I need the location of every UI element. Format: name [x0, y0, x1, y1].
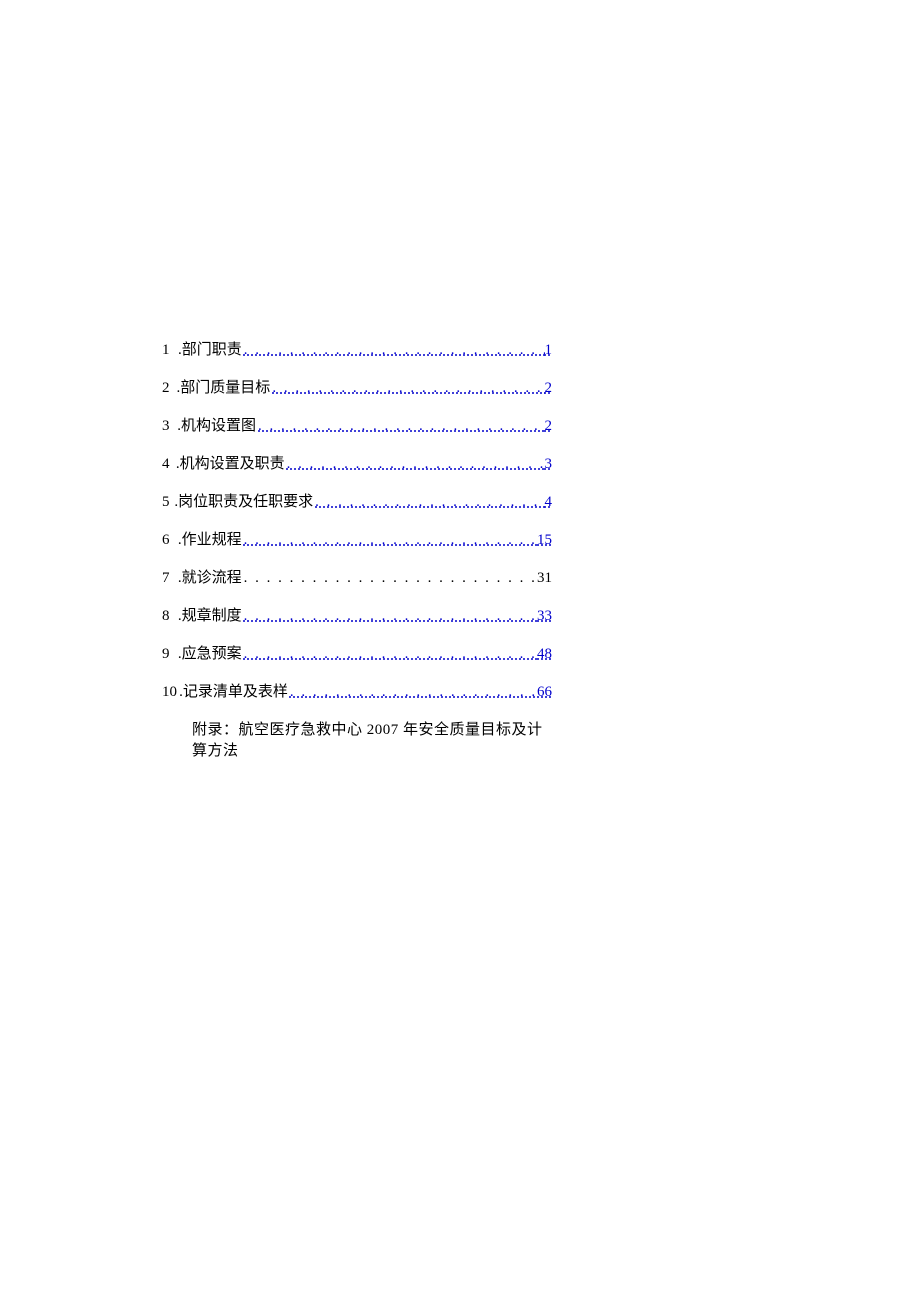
toc-leader: . . . . . . . . . . . . . . . . . . . . … — [242, 646, 537, 663]
toc-leader: . . . . . . . . . . . . . . . . . . . . … — [256, 418, 544, 435]
toc-title: .作业规程 — [178, 528, 242, 549]
toc-entry: 3 .机构设置图 . . . . . . . . . . . . . . . .… — [162, 414, 552, 435]
toc-page: 66 — [537, 684, 552, 701]
toc-page: 33 — [537, 608, 552, 625]
toc-leader: . . . . . . . . . . . . . . . . . . . . … — [285, 456, 545, 473]
toc-title: .机构设置及职责 — [176, 452, 285, 473]
toc-entry: 9 .应急预案 . . . . . . . . . . . . . . . . … — [162, 642, 552, 663]
toc-entry: 5 .岗位职责及任职要求 . . . . . . . . . . . . . .… — [162, 490, 552, 511]
toc-link-department-responsibilities[interactable]: . . . . . . . . . . . . . . . . . . . . … — [242, 342, 552, 359]
toc-number: 10 — [162, 684, 179, 701]
toc-number: 7 — [162, 570, 178, 587]
toc-leader: . . . . . . . . . . . . . . . . . . . . … — [288, 684, 537, 701]
toc-link-org-responsibilities[interactable]: . . . . . . . . . . . . . . . . . . . . … — [285, 456, 552, 473]
toc-link-emergency-plan[interactable]: . . . . . . . . . . . . . . . . . . . . … — [242, 646, 552, 663]
toc-page: 2 — [545, 380, 553, 397]
toc-link-regulations[interactable]: . . . . . . . . . . . . . . . . . . . . … — [242, 608, 552, 625]
toc-number: 1 — [162, 342, 178, 359]
table-of-contents: 1 .部门职责 . . . . . . . . . . . . . . . . … — [162, 338, 552, 760]
toc-entry: 10 .记录清单及表样 . . . . . . . . . . . . . . … — [162, 680, 552, 701]
toc-leader: . . . . . . . . . . . . . . . . . . . . … — [242, 608, 537, 625]
toc-leader: . . . . . . . . . . . . . . . . . . . . … — [242, 342, 545, 359]
toc-title: .记录清单及表样 — [179, 680, 288, 701]
toc-page: 15 — [537, 532, 552, 549]
toc-page: 4 — [545, 494, 553, 511]
toc-link-procedures[interactable]: . . . . . . . . . . . . . . . . . . . . … — [242, 532, 552, 549]
toc-entry: 6 .作业规程 . . . . . . . . . . . . . . . . … — [162, 528, 552, 549]
toc-page: 31 — [537, 570, 552, 587]
appendix-text: 附录：航空医疗急救中心 2007 年安全质量目标及计算方法 — [192, 718, 552, 760]
toc-entry: 4 .机构设置及职责 . . . . . . . . . . . . . . .… — [162, 452, 552, 473]
toc-title: .岗位职责及任职要求 — [174, 490, 313, 511]
toc-entry: 1 .部门职责 . . . . . . . . . . . . . . . . … — [162, 338, 552, 359]
toc-number: 8 — [162, 608, 178, 625]
toc-link-job-requirements[interactable]: . . . . . . . . . . . . . . . . . . . . … — [313, 494, 552, 511]
toc-plain-treatment-process: . . . . . . . . . . . . . . . . . . . . … — [242, 570, 552, 587]
toc-number: 2 — [162, 380, 177, 397]
toc-title: .机构设置图 — [177, 414, 256, 435]
toc-entry: 8 .规章制度 . . . . . . . . . . . . . . . . … — [162, 604, 552, 625]
toc-number: 3 — [162, 418, 177, 435]
toc-number: 4 — [162, 456, 176, 473]
toc-page: 3 — [545, 456, 553, 473]
toc-page: 2 — [545, 418, 553, 435]
toc-entry: 7 .就诊流程 . . . . . . . . . . . . . . . . … — [162, 566, 552, 587]
toc-leader: . . . . . . . . . . . . . . . . . . . . … — [313, 494, 544, 511]
toc-number: 9 — [162, 646, 178, 663]
toc-entry: 2 .部门质量目标 . . . . . . . . . . . . . . . … — [162, 376, 552, 397]
toc-leader: . . . . . . . . . . . . . . . . . . . . … — [270, 380, 544, 397]
toc-number: 5 — [162, 494, 174, 511]
toc-link-org-chart[interactable]: . . . . . . . . . . . . . . . . . . . . … — [256, 418, 552, 435]
toc-leader: . . . . . . . . . . . . . . . . . . . . … — [242, 532, 537, 549]
toc-link-quality-targets[interactable]: . . . . . . . . . . . . . . . . . . . . … — [270, 380, 552, 397]
toc-title: .部门职责 — [178, 338, 242, 359]
toc-title: .就诊流程 — [178, 566, 242, 587]
toc-title: .应急预案 — [178, 642, 242, 663]
toc-page: 48 — [537, 646, 552, 663]
toc-title: .部门质量目标 — [177, 376, 271, 397]
toc-page: 1 — [545, 342, 553, 359]
toc-link-record-forms[interactable]: . . . . . . . . . . . . . . . . . . . . … — [288, 684, 552, 701]
toc-number: 6 — [162, 532, 178, 549]
toc-leader: . . . . . . . . . . . . . . . . . . . . … — [242, 570, 537, 587]
toc-title: .规章制度 — [178, 604, 242, 625]
